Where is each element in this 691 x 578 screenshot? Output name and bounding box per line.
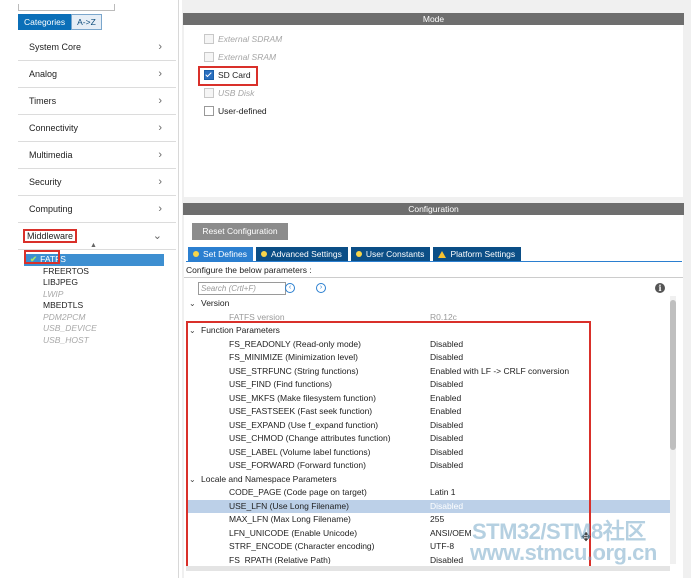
mode-header: Mode	[183, 13, 684, 25]
mode-option-user-defined[interactable]: User-defined	[204, 105, 267, 117]
chevron-right-icon: ›	[158, 203, 162, 215]
configuration-header: Configuration	[183, 203, 684, 215]
mode-option-external-sdram: External SDRAM	[204, 33, 282, 45]
mode-option-usb-disk: USB Disk	[204, 87, 254, 99]
category-label: Connectivity	[29, 123, 79, 133]
category-computing[interactable]: Computing ›	[18, 196, 176, 223]
category-label: Timers	[29, 96, 57, 106]
middleware-item-libjpeg[interactable]: LIBJPEG	[24, 277, 164, 289]
chevron-right-icon: ›	[158, 95, 162, 107]
scrollbar-thumb[interactable]	[670, 300, 676, 450]
mode-option-external-sram: External SRAM	[204, 51, 276, 63]
mode-option-label: User-defined	[218, 106, 267, 116]
status-dot-icon	[355, 251, 362, 257]
parameter-search-input[interactable]: Search (Crtl+F)	[198, 282, 286, 295]
checkbox[interactable]	[204, 106, 214, 116]
status-dot-icon	[193, 251, 199, 257]
reset-configuration-button[interactable]: Reset Configuration	[192, 223, 288, 240]
status-dot-icon	[260, 251, 267, 257]
category-security[interactable]: Security ›	[18, 169, 176, 196]
search-field-edge[interactable]	[18, 4, 115, 11]
chevron-right-icon: ›	[158, 176, 162, 188]
watermark-url: www.stmcu.org.cn	[470, 540, 657, 565]
checkbox	[204, 88, 214, 98]
middleware-label: LIBJPEG	[43, 277, 78, 287]
configuration-description: Configure the below parameters :	[186, 265, 312, 275]
mode-option-label: USB Disk	[218, 88, 255, 98]
middleware-item-freertos[interactable]: FREERTOS	[24, 266, 164, 278]
warning-icon	[438, 250, 447, 258]
category-label: Analog	[29, 69, 58, 79]
category-list: System Core › Analog › Timers › Connectivity › M…	[18, 34, 176, 250]
category-analog[interactable]: Analog ›	[18, 61, 176, 88]
divider	[184, 277, 683, 278]
category-label: System Core	[29, 42, 82, 52]
tab-platform-settings[interactable]: Platform Settings	[433, 247, 522, 261]
tab-user-constants[interactable]: User Constants	[350, 247, 431, 261]
category-timers[interactable]: Timers ›	[18, 88, 176, 115]
search-next-icon[interactable]: ›	[316, 283, 326, 293]
parameter-name: Version	[201, 298, 230, 308]
sd-card-highlight	[198, 66, 258, 86]
chevron-right-icon: ›	[158, 68, 162, 80]
category-label: Middleware	[23, 229, 78, 243]
info-icon[interactable]: i	[655, 283, 665, 293]
tab-set-defines[interactable]: Set Defines	[188, 247, 253, 261]
category-multimedia[interactable]: Multimedia ›	[18, 142, 176, 169]
tab-advanced-settings[interactable]: Advanced Settings	[255, 247, 348, 261]
category-label: Computing	[29, 204, 73, 214]
configuration-tabs: Set Defines Advanced Settings User Const…	[188, 247, 524, 261]
middleware-label: FREERTOS	[43, 265, 89, 276]
category-label: Multimedia	[29, 150, 73, 160]
mode-option-label: External SDRAM	[218, 34, 283, 44]
scroll-up-icon[interactable]: ▲	[90, 242, 97, 249]
chevron-right-icon: ›	[158, 122, 162, 134]
fatfs-highlight	[24, 250, 60, 264]
checkbox	[204, 52, 214, 62]
chevron-down-icon[interactable]: ⌄	[189, 297, 196, 311]
checkbox	[204, 34, 214, 44]
category-tabs: Categories A->Z	[18, 14, 102, 30]
tab-categories[interactable]: Categories	[18, 14, 72, 30]
horizontal-scrollbar[interactable]	[186, 566, 670, 571]
parameter-group[interactable]: ⌄ Version	[186, 297, 670, 311]
tab-a-to-z[interactable]: A->Z	[71, 14, 102, 30]
category-label: Security	[29, 177, 62, 187]
mode-option-label: External SRAM	[218, 52, 277, 62]
tabs-underline	[186, 261, 682, 262]
category-system-core[interactable]: System Core ›	[18, 34, 176, 61]
search-previous-icon[interactable]: ‹	[285, 283, 295, 293]
category-connectivity[interactable]: Connectivity ›	[18, 115, 176, 142]
chevron-right-icon: ›	[158, 41, 162, 53]
chevron-right-icon: ›	[158, 149, 162, 161]
